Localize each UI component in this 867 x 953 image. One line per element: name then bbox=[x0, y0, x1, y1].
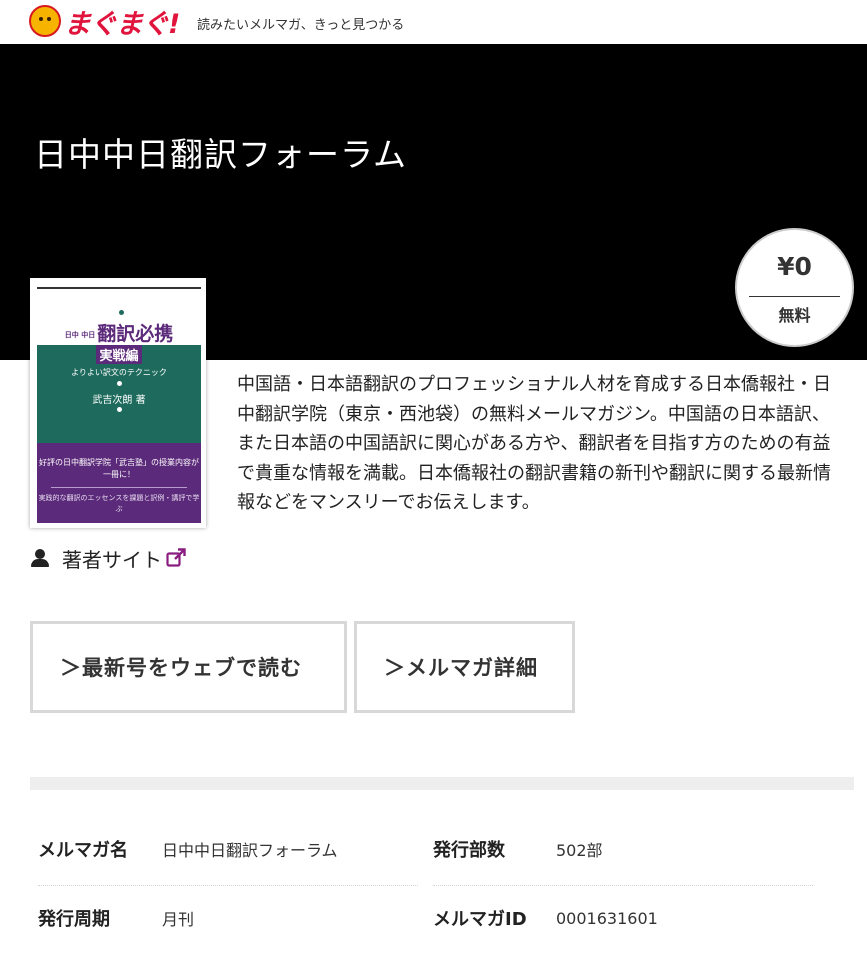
info-row-name: メルマガ名 日中中日翻訳フォーラム bbox=[38, 814, 418, 884]
site-tagline: 読みたいメルマガ、きっと見つかる bbox=[197, 18, 405, 33]
info-row-frequency: 発行周期 月刊 bbox=[38, 883, 418, 953]
site-header: まぐまぐ! 読みたいメルマガ、きっと見つかる bbox=[0, 0, 867, 44]
price-divider bbox=[749, 296, 840, 297]
info-key-name: メルマガ名 bbox=[38, 840, 128, 861]
info-key-frequency: 発行周期 bbox=[38, 909, 110, 930]
info-row-count: 発行部数 502部 bbox=[433, 814, 813, 884]
section-divider bbox=[30, 777, 854, 790]
read-latest-button[interactable]: ＞最新号をウェブで読む bbox=[30, 621, 347, 713]
magazine-detail-button[interactable]: ＞メルマガ詳細 bbox=[354, 621, 575, 713]
info-row-id: メルマガID 0001631601 bbox=[433, 883, 813, 953]
info-key-id: メルマガID bbox=[433, 909, 527, 930]
user-icon bbox=[31, 548, 49, 568]
cover-author: 武吉次朗 著 bbox=[92, 395, 146, 406]
cover-technique: よりよい訳文のテクニック bbox=[71, 368, 167, 377]
cover-title: 日中 中日 翻訳必携 bbox=[64, 323, 174, 345]
cover-blurb-2: 実践的な翻訳のエッセンスを課題と訳例・講評で学ぶ bbox=[38, 494, 200, 513]
author-site-label: 著者サイト bbox=[62, 547, 162, 572]
price-badge: ¥0 無料 bbox=[735, 228, 854, 347]
mag2-logo-icon[interactable] bbox=[29, 5, 61, 37]
info-key-count: 発行部数 bbox=[433, 840, 505, 861]
cover-blurb: 好評の日中翻訳学院「武吉塾」の授業内容が一冊に！ bbox=[39, 458, 199, 479]
site-logo[interactable]: まぐまぐ! bbox=[64, 2, 180, 41]
info-val-count: 502部 bbox=[556, 841, 603, 860]
page-title: 日中中日翻訳フォーラム bbox=[34, 135, 408, 174]
external-link-icon bbox=[166, 548, 186, 567]
info-val-name: 日中中日翻訳フォーラム bbox=[162, 841, 338, 860]
author-site-link[interactable]: 著者サイト bbox=[30, 545, 187, 572]
info-val-id: 0001631601 bbox=[556, 908, 658, 928]
magazine-cover-image: 日中 中日 翻訳必携 実戦編 よりよい訳文のテクニック 武吉次朗 著 好評の日中翻… bbox=[30, 278, 206, 528]
cover-subtitle: 実戦編 bbox=[96, 345, 142, 364]
price-label: 無料 bbox=[778, 306, 811, 325]
cover-green-band: 実戦編 よりよい訳文のテクニック 武吉次朗 著 bbox=[37, 345, 201, 443]
cover-purple-band: 好評の日中翻訳学院「武吉塾」の授業内容が一冊に！ 実践的な翻訳のエッセンスを課題… bbox=[37, 443, 201, 523]
magazine-description: 中国語・日本語翻訳のプロフェッショナル人材を育成する日本僑報社・日中翻訳学院（東… bbox=[237, 374, 831, 513]
info-val-frequency: 月刊 bbox=[162, 910, 195, 929]
price-value: ¥0 bbox=[777, 252, 812, 281]
